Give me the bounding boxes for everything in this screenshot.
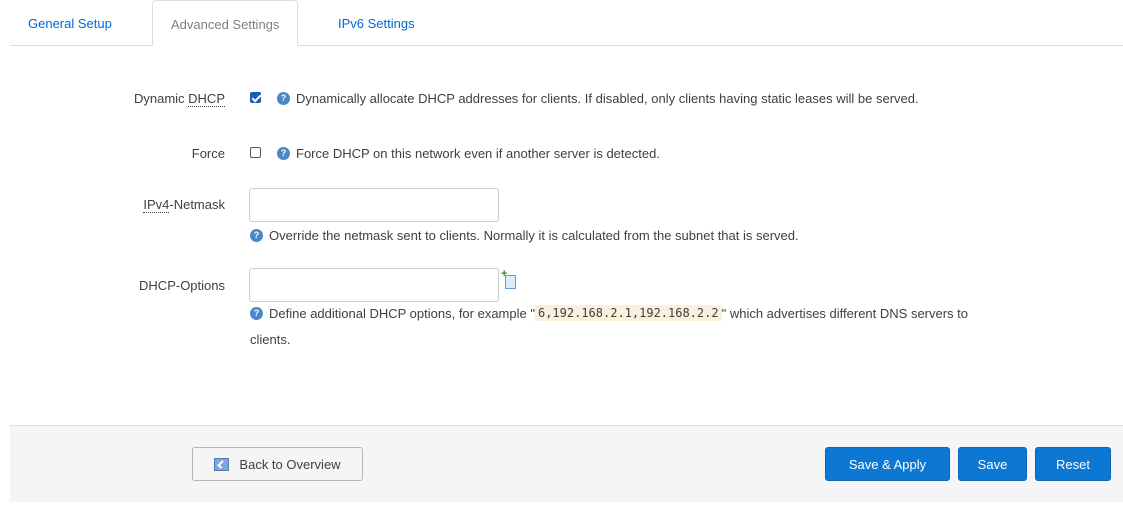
dynamic-dhcp-label-text: Dynamic DHCP xyxy=(133,91,225,107)
tab-ipv6-settings[interactable]: IPv6 Settings xyxy=(320,0,433,44)
force-help-text: Force DHCP on this network even if anoth… xyxy=(296,146,660,161)
help-icon: ? xyxy=(250,306,263,320)
add-option-icon[interactable] xyxy=(501,268,516,289)
dhcp-options-help-post: " which advertises different DNS servers… xyxy=(721,305,969,321)
dhcp-options-help: ? Define additional DHCP options, for ex… xyxy=(250,305,1120,321)
dhcp-options-input[interactable] xyxy=(249,268,499,302)
netmask-input[interactable] xyxy=(249,188,499,222)
dynamic-dhcp-help-text: Dynamically allocate DHCP addresses for … xyxy=(296,91,919,106)
dhcp-options-example-code: 6,192.168.2.1,192.168.2.2 xyxy=(534,305,722,321)
help-icon: ? xyxy=(277,147,290,160)
back-to-overview-button[interactable]: Back to Overview xyxy=(192,447,363,481)
tab-bar: General Setup Advanced Settings IPv6 Set… xyxy=(10,0,1123,46)
back-icon xyxy=(214,457,230,471)
netmask-label-suffix: -Netmask xyxy=(169,197,225,212)
dhcp-options-help-line2: clients. xyxy=(250,332,291,347)
back-to-overview-label: Back to Overview xyxy=(239,456,341,472)
netmask-label-prefix: IPv4 xyxy=(143,197,170,213)
save-button[interactable]: Save xyxy=(958,447,1027,481)
tab-advanced-settings[interactable]: Advanced Settings xyxy=(152,0,299,46)
force-label: Force xyxy=(191,146,225,161)
dynamic-dhcp-checkbox[interactable] xyxy=(250,92,261,103)
netmask-help-text: Override the netmask sent to clients. No… xyxy=(269,228,799,243)
netmask-help: ? Override the netmask sent to clients. … xyxy=(250,228,799,243)
tab-general-setup[interactable]: General Setup xyxy=(10,0,130,44)
form-actions-bar: Back to Overview Save & Apply Save Reset xyxy=(10,425,1123,502)
force-help: ? Force DHCP on this network even if ano… xyxy=(277,146,660,161)
help-icon: ? xyxy=(277,92,290,105)
dhcp-options-help-pre: Define additional DHCP options, for exam… xyxy=(269,305,535,321)
force-checkbox[interactable] xyxy=(250,147,261,158)
dynamic-dhcp-help: ? Dynamically allocate DHCP addresses fo… xyxy=(277,91,919,106)
help-icon: ? xyxy=(250,229,263,242)
reset-button[interactable]: Reset xyxy=(1035,447,1111,481)
netmask-label: IPv4-Netmask xyxy=(143,197,225,213)
dhcp-options-label: DHCP-Options xyxy=(139,278,225,293)
dynamic-dhcp-label: Dynamic DHCP xyxy=(133,91,225,107)
save-apply-button[interactable]: Save & Apply xyxy=(825,447,950,481)
